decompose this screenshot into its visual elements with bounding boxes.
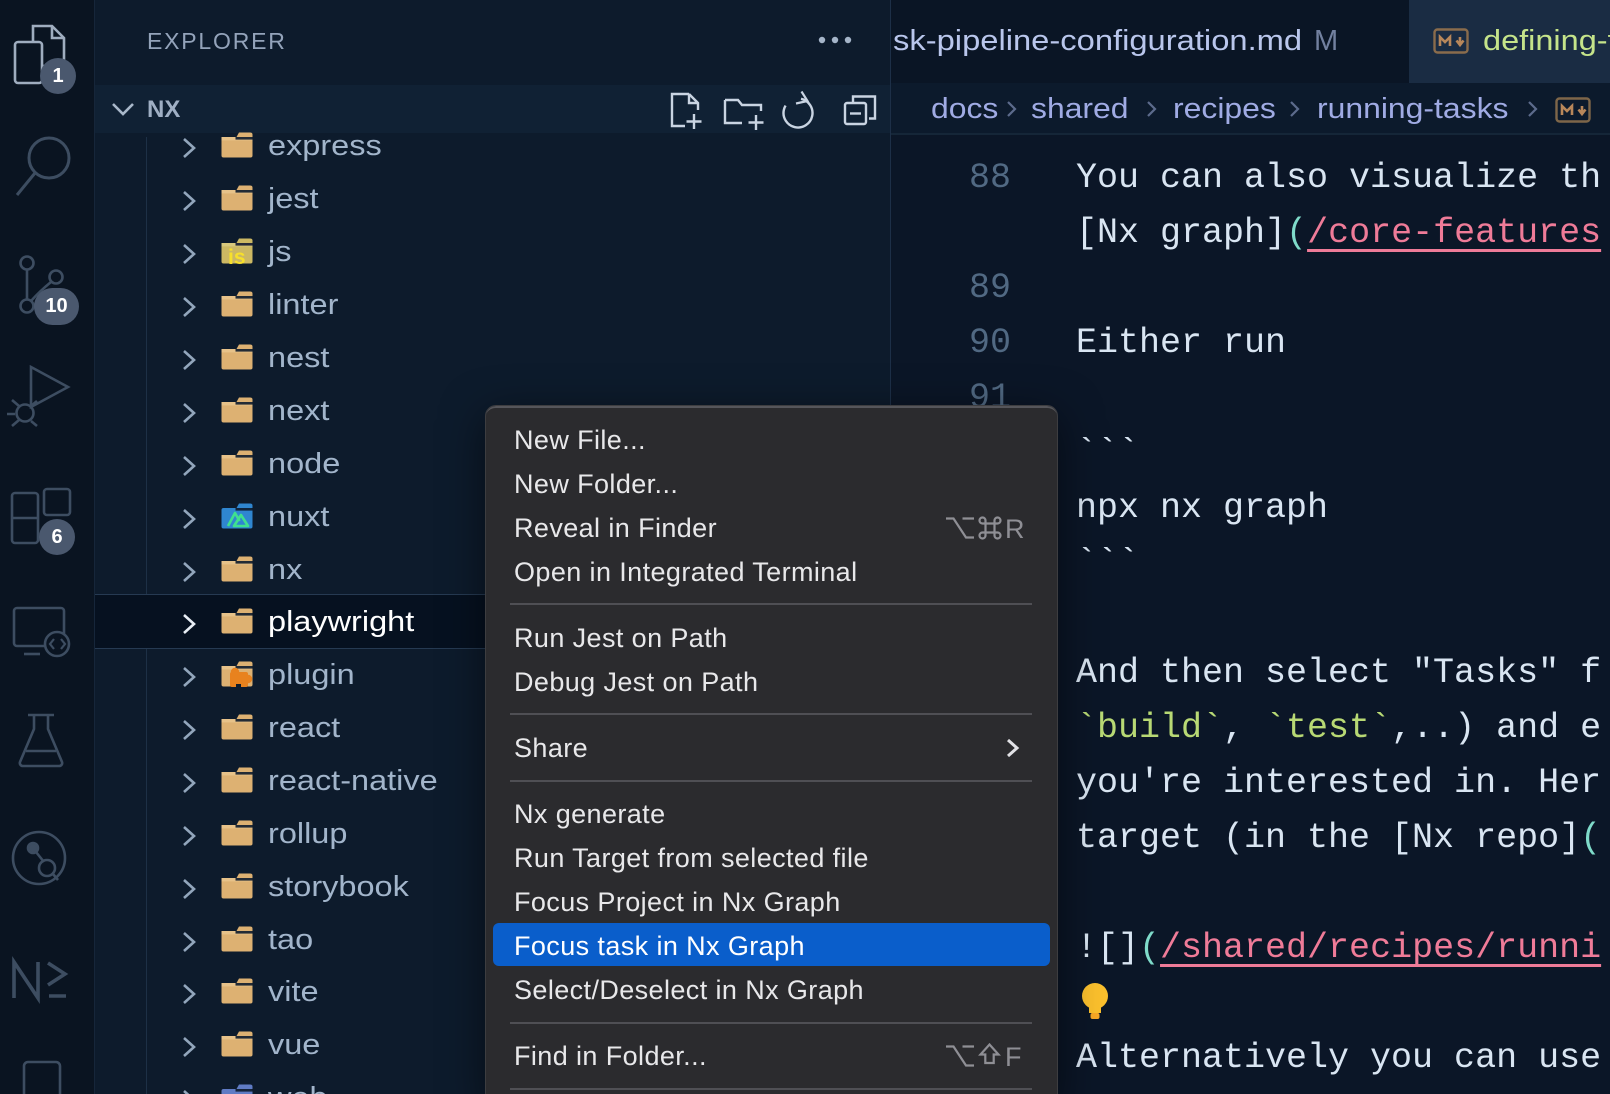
svg-text:R: R bbox=[1005, 514, 1025, 544]
svg-text:js: js bbox=[227, 246, 246, 264]
svg-text:F: F bbox=[1005, 1042, 1022, 1072]
